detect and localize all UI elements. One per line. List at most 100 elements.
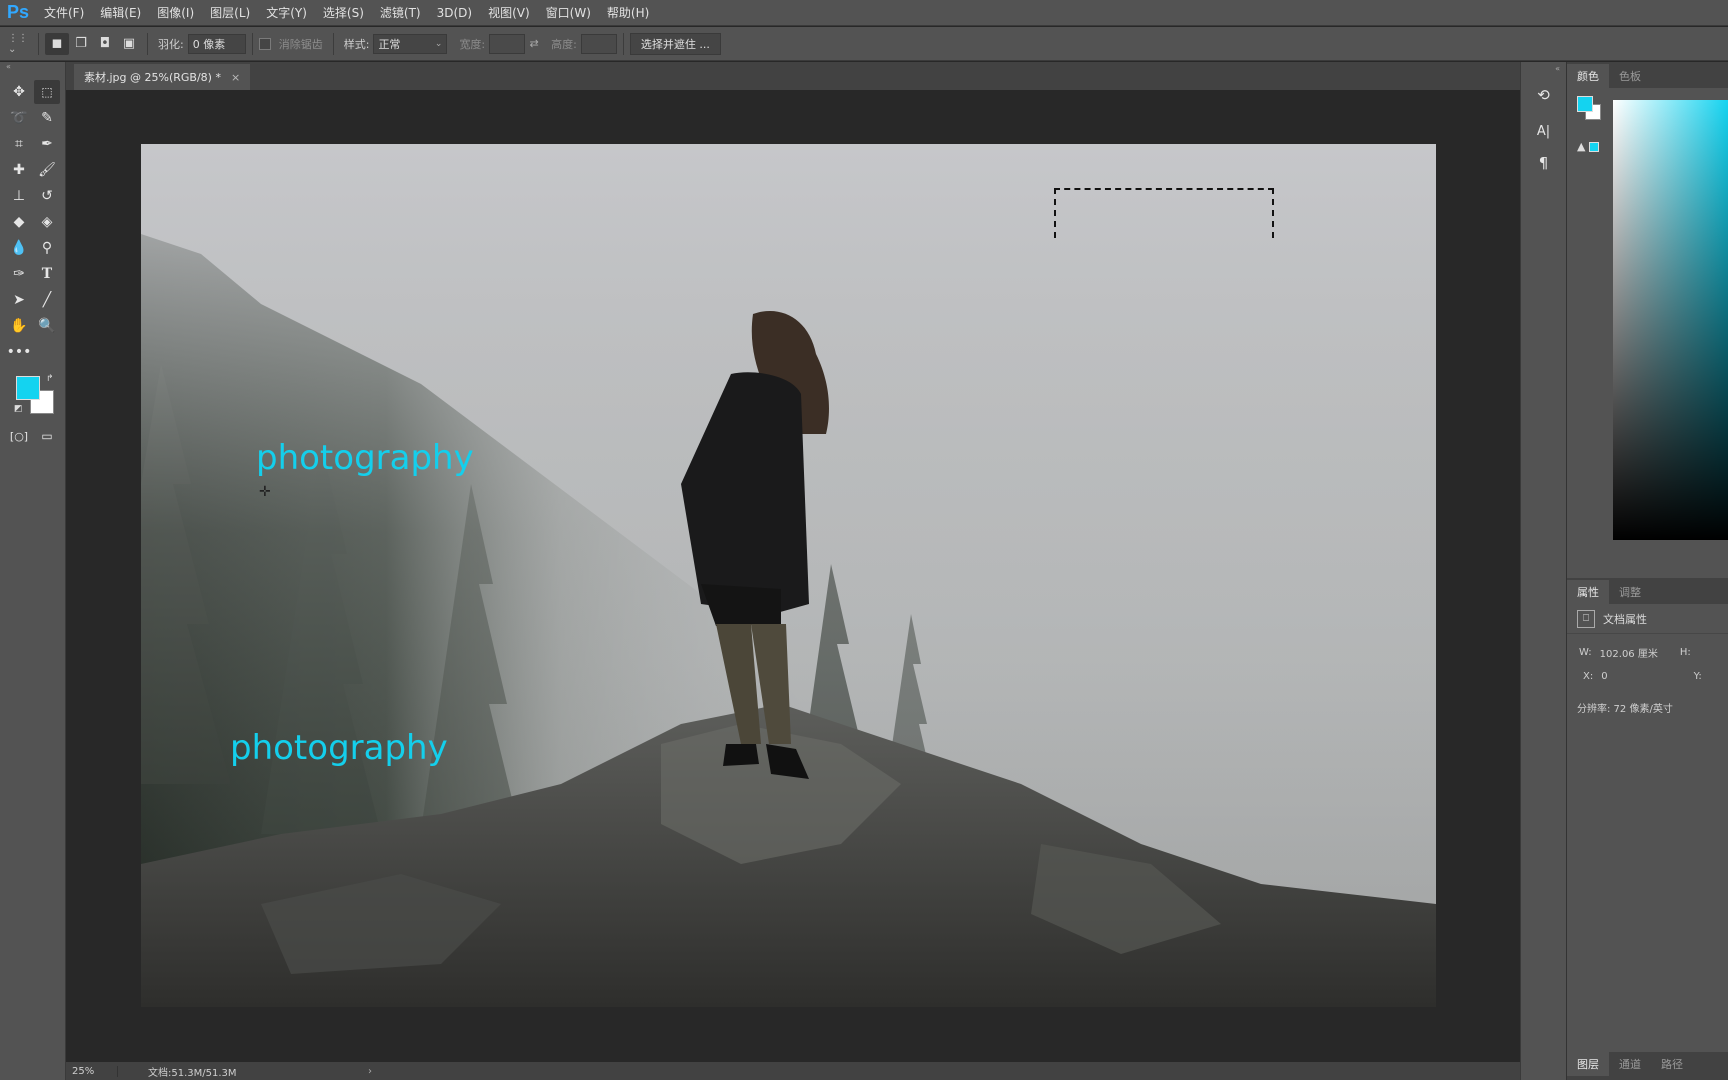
width-label: 宽度: <box>459 37 486 51</box>
width-label: W: <box>1579 646 1592 658</box>
divider <box>332 32 334 55</box>
canvas-area[interactable]: photography photography ✛ <box>66 90 1520 1062</box>
width-input[interactable] <box>489 33 526 54</box>
color-panel-tabs: 颜色 色板 <box>1567 62 1728 88</box>
tab-layers[interactable]: 图层 <box>1567 1052 1609 1076</box>
hand-tool[interactable]: ✋ <box>6 314 32 338</box>
history-brush-tool[interactable]: ↺ <box>34 184 60 208</box>
photoshop-logo[interactable]: Ps <box>0 0 36 26</box>
swap-colors-icon[interactable]: ↱ <box>46 374 54 384</box>
text-layer-photography-2[interactable]: photography <box>230 728 448 768</box>
intersect-selection-button[interactable]: ▣ <box>117 33 141 55</box>
tab-adjustments[interactable]: 调整 <box>1609 580 1651 604</box>
tab-color[interactable]: 颜色 <box>1567 64 1609 88</box>
document-canvas[interactable]: photography photography ✛ <box>141 144 1436 1007</box>
swap-dimensions-button[interactable]: ⇄ <box>525 33 543 55</box>
healing-brush-tool[interactable]: ✚ <box>6 158 32 182</box>
properties-header: ⎕ 文档属性 <box>1567 604 1728 634</box>
menu-layer[interactable]: 图层(L) <box>202 4 258 21</box>
warning-triangle-icon: ▲ <box>1577 140 1586 153</box>
feather-input[interactable] <box>187 33 246 54</box>
menu-file[interactable]: 文件(F) <box>36 4 92 21</box>
divider <box>251 32 253 55</box>
collapse-arrows-icon[interactable]: « <box>1521 62 1566 76</box>
default-colors-icon[interactable]: ◩ <box>14 404 23 414</box>
chevron-down-icon: ⌄ <box>434 38 443 49</box>
text-color-indicator[interactable]: ▲ <box>1577 140 1600 153</box>
antialias-checkbox[interactable] <box>258 37 271 50</box>
divider <box>38 32 39 55</box>
brush-tool[interactable]: 🖌 <box>34 158 60 182</box>
move-tool[interactable]: ✥ <box>6 80 32 104</box>
style-select[interactable]: 正常 ⌄ <box>373 33 448 54</box>
blur-tool[interactable]: 💧 <box>6 236 32 260</box>
document-tab[interactable]: 素材.jpg @ 25%(RGB/8) * × <box>74 64 251 90</box>
zoom-tool[interactable]: 🔍 <box>34 314 60 338</box>
tool-preset-picker[interactable]: ⋮⋮ ⌄ <box>8 33 32 55</box>
dodge-tool[interactable]: ⚲ <box>34 236 60 260</box>
history-panel-button[interactable]: ⟲ <box>1529 82 1559 108</box>
menu-select[interactable]: 选择(S) <box>315 4 372 21</box>
panel-foreground-swatch[interactable] <box>1577 96 1593 112</box>
selection-marquee[interactable] <box>1054 188 1274 238</box>
height-label: H: <box>1679 646 1691 658</box>
line-tool[interactable]: ╱ <box>34 288 60 312</box>
text-layer-photography-1[interactable]: photography <box>256 438 474 478</box>
rectangular-marquee-tool[interactable]: ⬚ <box>34 80 60 104</box>
menu-type[interactable]: 文字(Y) <box>258 4 315 21</box>
clone-stamp-tool[interactable]: ⊥ <box>6 184 32 208</box>
tab-paths[interactable]: 路径 <box>1651 1052 1693 1076</box>
properties-panel-tabs: 属性 调整 <box>1567 578 1728 604</box>
close-icon[interactable]: × <box>231 71 240 84</box>
path-selection-tool[interactable]: ➤ <box>6 288 32 312</box>
pen-tool[interactable]: ✑ <box>6 262 32 286</box>
menu-edit[interactable]: 编辑(E) <box>92 4 149 21</box>
tab-channels[interactable]: 通道 <box>1609 1052 1651 1076</box>
character-panel-button[interactable]: A| <box>1529 118 1559 144</box>
add-selection-icon: ❐ <box>75 36 87 51</box>
style-value: 正常 <box>378 37 401 51</box>
foreground-color-swatch[interactable] <box>16 376 40 400</box>
type-tool[interactable]: T <box>34 262 60 286</box>
lasso-tool[interactable]: ➰ <box>6 106 32 130</box>
edit-toolbar-button[interactable]: ••• <box>6 340 32 364</box>
quick-mask-button[interactable]: [○] <box>6 424 32 448</box>
menu-help[interactable]: 帮助(H) <box>599 4 657 21</box>
select-and-mask-button[interactable]: 选择并遮住 ... <box>629 32 721 55</box>
tab-properties[interactable]: 属性 <box>1567 580 1609 604</box>
menu-3d[interactable]: 3D(D) <box>429 6 480 20</box>
crop-icon: ⌗ <box>15 136 23 152</box>
screen-mode-icon: ▭ <box>41 429 53 443</box>
menu-image[interactable]: 图像(I) <box>149 4 202 21</box>
subtract-selection-button[interactable]: ◘ <box>93 33 117 55</box>
tab-swatches[interactable]: 色板 <box>1609 64 1651 88</box>
paragraph-panel-button[interactable]: ¶ <box>1529 150 1559 176</box>
intersect-selection-icon: ▣ <box>122 36 136 51</box>
websafe-swatch <box>1589 141 1600 152</box>
add-selection-button[interactable]: ❐ <box>69 33 93 55</box>
eyedropper-tool[interactable]: ✒ <box>34 132 60 156</box>
crop-tool[interactable]: ⌗ <box>6 132 32 156</box>
collapse-arrows-icon[interactable]: « <box>0 62 65 72</box>
antialias-label: 消除锯齿 <box>278 37 323 51</box>
color-picker-field[interactable] <box>1613 100 1728 540</box>
hand-icon: ✋ <box>10 318 28 334</box>
x-value[interactable]: 0 <box>1601 671 1607 682</box>
color-panel: ▲ <box>1567 88 1728 578</box>
menu-window[interactable]: 窗口(W) <box>538 4 599 21</box>
quick-selection-tool[interactable]: ✎ <box>34 106 60 130</box>
document-size[interactable]: 文档:51.3M/51.3M <box>118 1064 368 1079</box>
menu-filter[interactable]: 滤镜(T) <box>372 4 429 21</box>
height-input[interactable] <box>580 33 617 54</box>
status-menu-arrow[interactable]: › <box>368 1066 372 1077</box>
marquee-icon: ⬚ <box>41 85 53 99</box>
screen-mode-button[interactable]: ▭ <box>34 424 60 448</box>
width-value[interactable]: 102.06 厘米 <box>1600 645 1658 660</box>
zoom-level[interactable]: 25% <box>66 1065 118 1077</box>
paragraph-icon: ¶ <box>1538 154 1549 172</box>
divider <box>622 32 624 55</box>
paint-bucket-tool[interactable]: ◈ <box>34 210 60 234</box>
menu-view[interactable]: 视图(V) <box>480 4 538 21</box>
new-selection-button[interactable]: ◼ <box>45 32 69 55</box>
eraser-tool[interactable]: ◆ <box>6 210 32 234</box>
